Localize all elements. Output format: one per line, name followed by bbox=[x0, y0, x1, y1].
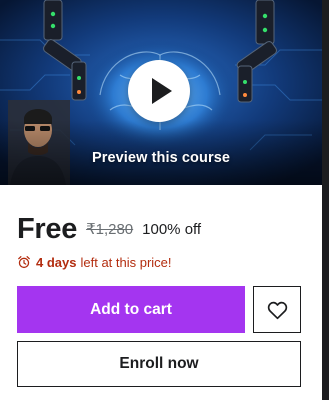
sale-timer: 4 days left at this price! bbox=[17, 253, 172, 271]
play-icon bbox=[152, 78, 172, 104]
scrollbar-edge bbox=[322, 0, 329, 400]
current-price: Free bbox=[17, 212, 78, 245]
alarm-clock-icon bbox=[18, 256, 30, 269]
preview-label: Preview this course bbox=[91, 150, 231, 166]
timer-text: left at this price! bbox=[80, 254, 172, 270]
price-row: Free ₹1,280 100% off bbox=[17, 211, 201, 247]
add-to-cart-button[interactable]: Add to cart bbox=[17, 286, 245, 333]
original-price: ₹1,280 bbox=[86, 221, 134, 238]
course-preview[interactable]: Preview this course bbox=[0, 0, 322, 185]
timer-days: 4 days bbox=[36, 254, 77, 270]
play-button[interactable] bbox=[128, 60, 190, 122]
course-purchase-card: Preview this course Free ₹1,280 100% off… bbox=[0, 0, 322, 400]
wishlist-button[interactable] bbox=[253, 286, 301, 333]
enroll-now-button[interactable]: Enroll now bbox=[17, 341, 301, 387]
discount-percent: 100% off bbox=[142, 220, 202, 238]
heart-icon bbox=[267, 301, 288, 320]
